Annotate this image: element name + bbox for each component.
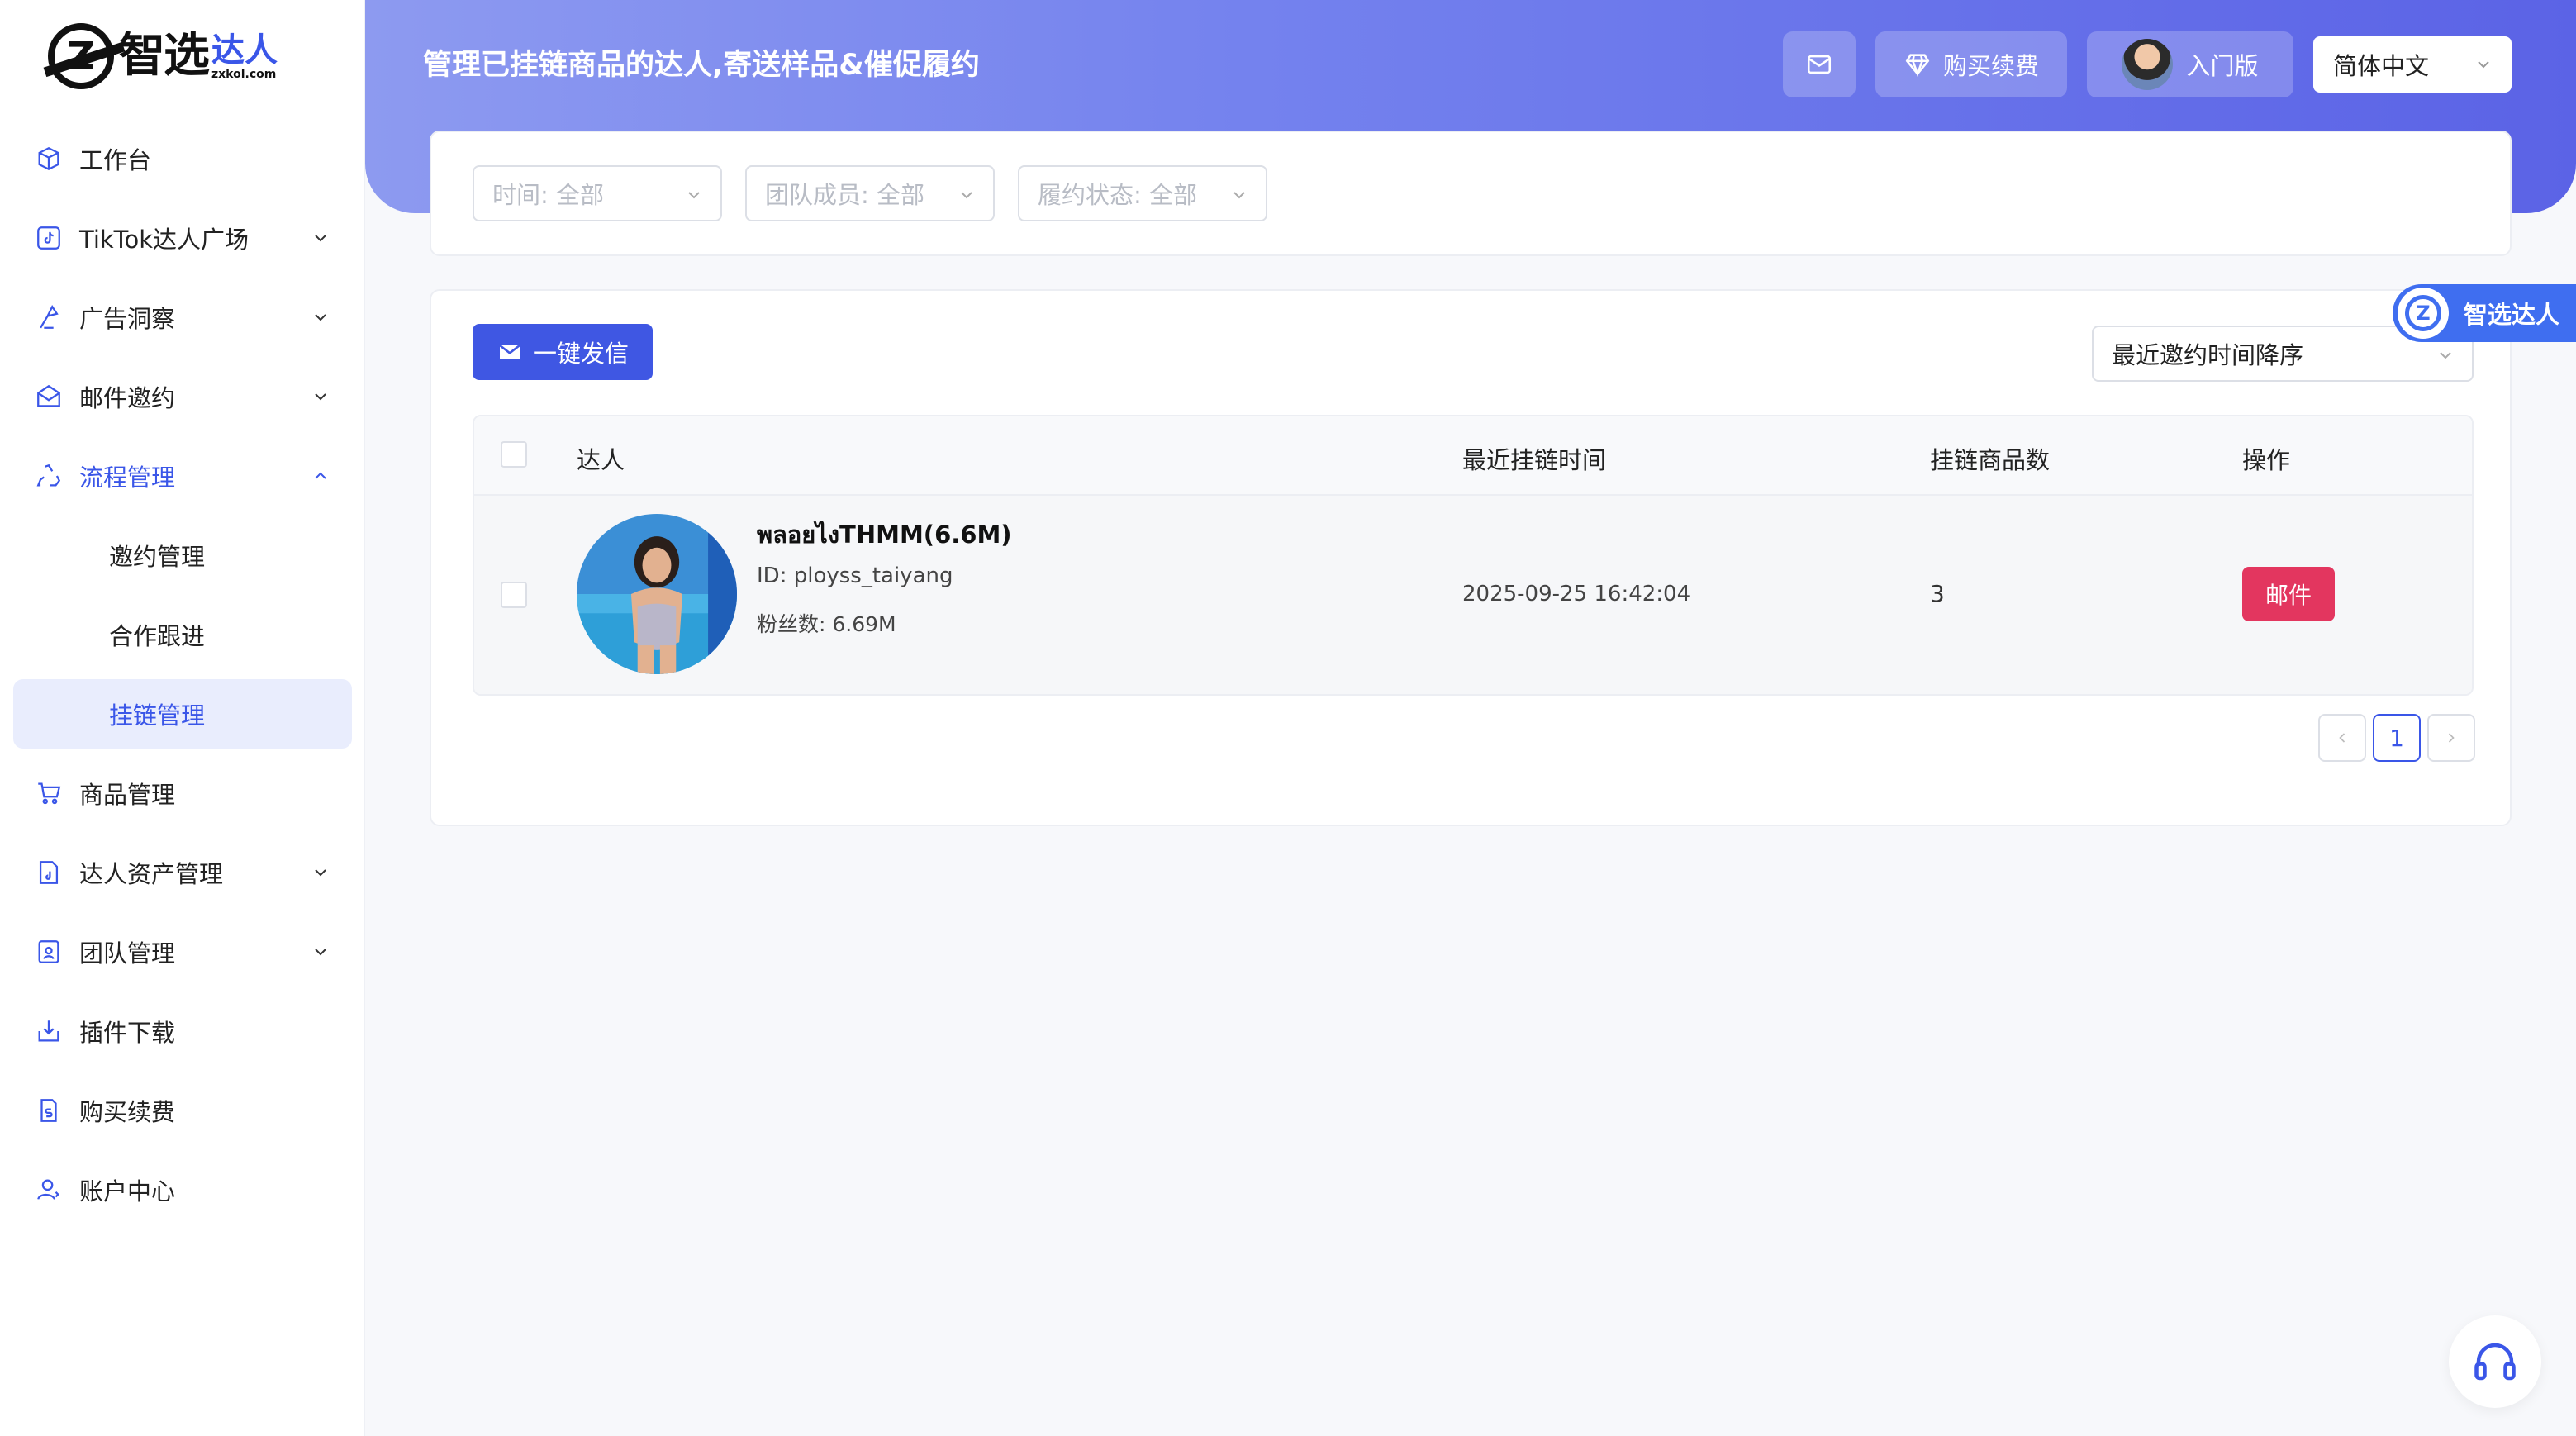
buy-renew-button[interactable]: 购买续费 [1875,31,2067,97]
chevron-down-icon [315,235,326,242]
send-all-button[interactable]: 一键发信 [473,324,653,380]
table-header: 达人 最近挂链时间 挂链商品数 操作 [474,416,2472,496]
influencer-id: ID: ployss_taiyang [757,563,953,588]
floating-brand-widget[interactable]: Z 智选达人 [2393,284,2576,342]
time-filter-select[interactable]: 时间: 全部 [473,165,722,221]
sidebar-nav: 工作台 TikTok达人广场 广告洞察 邮件邀约 流程管理 邀约管理 合作跟进 … [13,124,352,1234]
email-button[interactable]: 邮件 [2242,567,2335,621]
influencer-list-card: 一键发信 最近邀约时间降序 达人 最近挂链时间 挂链商品数 操作 พลอยไงT… [430,289,2512,826]
envelope-icon [499,344,520,359]
plan-button[interactable]: 入门版 [2087,31,2293,97]
chevron-down-icon [315,869,326,877]
user-icon [35,1176,63,1204]
sidebar-item-ad-insight[interactable]: 广告洞察 [13,283,352,352]
logo-badge: Z [48,23,114,89]
sidebar-item-team[interactable]: 团队管理 [13,917,352,987]
sidebar-subitem-invite-manage[interactable]: 邀约管理 [13,521,352,590]
sidebar-item-plugin-download[interactable]: 插件下载 [13,996,352,1066]
influencer-avatar[interactable] [577,514,737,674]
sidebar-item-process[interactable]: 流程管理 [13,441,352,511]
table-row: พลอยไงTHMM(6.6M) ID: ployss_taiyang 粉丝数:… [474,496,2472,694]
influencer-name[interactable]: พลอยไงTHMM(6.6M) [757,516,1012,554]
influencer-followers: 粉丝数: 6.69M [757,612,896,636]
chevron-down-icon [688,192,700,199]
brand-name-accent: 达人 [211,31,278,69]
asset-icon [35,858,63,887]
brand-name: 智选 [119,29,210,83]
download-icon [35,1017,63,1045]
chevron-down-icon [1233,192,1245,199]
chevron-down-icon [961,192,972,199]
sidebar-item-renew[interactable]: 购买续费 [13,1076,352,1145]
sidebar-item-products[interactable]: 商品管理 [13,758,352,828]
pagination-prev[interactable] [2318,714,2366,762]
chevron-right-icon [2448,733,2455,743]
chevron-down-icon [2440,352,2451,359]
row-checkbox[interactable] [501,582,527,608]
column-header-actions: 操作 [2242,446,2291,474]
language-select[interactable]: 简体中文 [2313,36,2512,93]
brand-badge-icon: Z [2398,288,2449,339]
sidebar-item-workbench[interactable]: 工作台 [13,124,352,193]
last-link-time: 2025-09-25 16:42:04 [1462,582,1691,606]
sidebar-item-tiktok-square[interactable]: TikTok达人广场 [13,203,352,273]
status-filter-select[interactable]: 履约状态: 全部 [1018,165,1267,221]
sidebar-item-email-invite[interactable]: 邮件邀约 [13,362,352,431]
chevron-down-icon [2478,61,2489,69]
brand-url: zxkol.com [211,68,277,81]
pagination-page-current[interactable]: 1 [2373,714,2421,762]
chevron-up-icon [315,472,326,479]
column-header-last-link-time: 最近挂链时间 [1462,446,1607,474]
insight-icon [35,303,63,331]
linked-product-count: 3 [1930,580,1945,607]
recycle-icon [35,462,63,490]
diamond-icon [1905,54,1930,78]
message-button[interactable] [1783,31,1856,97]
column-header-influencer: 达人 [577,446,625,474]
chevron-left-icon [2339,733,2345,743]
select-all-checkbox[interactable] [501,441,527,468]
envelope-icon [1807,55,1832,74]
support-button[interactable] [2449,1315,2541,1408]
renew-icon [35,1096,63,1125]
member-filter-select[interactable]: 团队成员: 全部 [745,165,995,221]
cube-icon [35,145,63,173]
influencer-table: 达人 最近挂链时间 挂链商品数 操作 พลอยไงTHMM(6.6M) ID: … [473,415,2474,696]
tiktok-icon [35,224,63,252]
chevron-down-icon [315,393,326,401]
mail-open-icon [35,383,63,411]
page-title: 管理已挂链商品的达人,寄送样品&催促履约 [423,49,980,82]
sidebar-item-account[interactable]: 账户中心 [13,1155,352,1224]
headset-icon [2474,1343,2516,1381]
sidebar-subitem-cooperation[interactable]: 合作跟进 [13,600,352,669]
brand-logo[interactable]: Z 智选 达人 zxkol.com [48,21,278,91]
chevron-down-icon [315,949,326,956]
sidebar-item-assets[interactable]: 达人资产管理 [13,838,352,907]
filter-bar: 时间: 全部 团队成员: 全部 履约状态: 全部 [430,131,2512,256]
avatar [2122,39,2174,90]
chevron-down-icon [315,314,326,321]
sidebar-subitem-link-manage[interactable]: 挂链管理 [13,679,352,749]
cart-icon [35,779,63,807]
pagination-next[interactable] [2427,714,2475,762]
team-icon [35,938,63,966]
column-header-product-count: 挂链商品数 [1930,446,2051,474]
sidebar: Z 智选 达人 zxkol.com 工作台 TikTok达人广场 广告洞察 邮件… [0,0,365,1436]
